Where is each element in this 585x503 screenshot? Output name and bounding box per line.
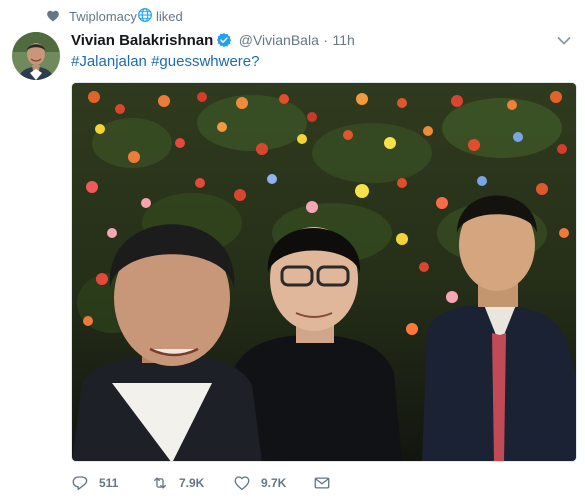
context-action: liked [156,9,183,24]
retweet-icon [154,477,166,489]
message-icon [314,477,330,489]
reply-icon [72,476,88,491]
tweet-timestamp[interactable]: 11h [332,32,354,48]
avatar[interactable] [12,32,60,80]
separator-dot: · [323,32,328,48]
tweet-actions: 511 7.9K 9.7K [71,472,501,496]
tweet-photo[interactable] [71,82,577,462]
chevron-down-icon[interactable] [557,36,571,46]
verified-badge-icon [217,33,232,47]
author-name[interactable]: Vivian Balakrishnan [71,32,213,49]
reply-count: 511 [99,476,119,490]
retweet-count: 7.9K [179,476,205,490]
hashtag-link[interactable]: #Jalanjalan [71,53,147,70]
author-handle[interactable]: @VivianBala [239,32,319,48]
tweet-header: Vivian Balakrishnan @VivianBala · 11h [71,32,355,52]
globe-icon [138,8,152,22]
like-count: 9.7K [261,476,287,490]
hashtag-link[interactable]: #guesswhwere? [151,53,259,70]
heart-icon [47,10,59,22]
tweet-text: #Jalanjalan #guesswhwere? [71,53,259,70]
context-account-name[interactable]: Twiplomacy [69,9,137,24]
tweet-card[interactable]: Twiplomacy liked Vivian Balakrishnan @Vi… [0,0,585,503]
social-context: Twiplomacy liked [0,6,585,26]
like-icon [234,476,250,491]
